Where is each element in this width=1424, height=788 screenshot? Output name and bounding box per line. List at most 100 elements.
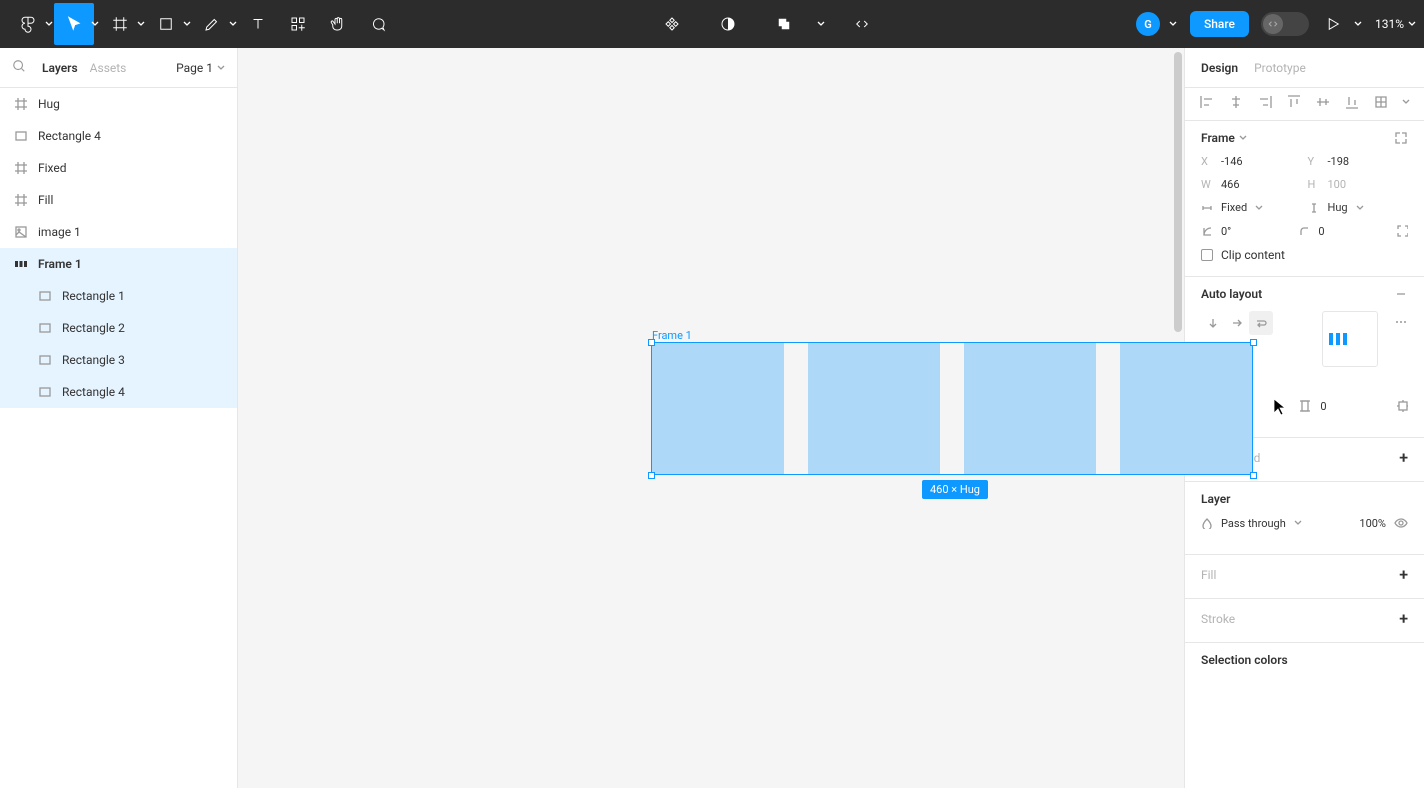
text-tool-button[interactable] xyxy=(238,3,278,45)
dev-mode-toggle[interactable] xyxy=(1261,12,1309,36)
frame-tool-button[interactable] xyxy=(100,3,140,45)
zoom-control[interactable]: 131% xyxy=(1375,17,1416,31)
direction-horizontal[interactable] xyxy=(1225,311,1249,335)
layer-row[interactable]: Rectangle 3 xyxy=(0,344,237,376)
layer-row[interactable]: Rectangle 4 xyxy=(0,120,237,152)
hand-tool-button[interactable] xyxy=(318,3,358,45)
tidy-chevron-icon[interactable] xyxy=(1402,94,1410,110)
left-panel: Layers Assets Page 1 Hug Rectangle 4 Fixed… xyxy=(0,48,238,788)
align-bottom-icon[interactable] xyxy=(1344,94,1359,110)
horiz-mode[interactable]: Fixed xyxy=(1221,201,1247,214)
chevron-down-icon[interactable] xyxy=(1356,204,1364,212)
move-tool-button[interactable] xyxy=(54,3,94,45)
present-button[interactable] xyxy=(1321,3,1345,45)
canvas-frame[interactable] xyxy=(651,342,1253,475)
boolean-icon[interactable] xyxy=(764,3,804,45)
padding-v-input[interactable]: 0 xyxy=(1320,400,1326,413)
clip-checkbox[interactable] xyxy=(1201,249,1213,261)
pen-tool-chevron[interactable] xyxy=(228,20,238,28)
h-input[interactable]: 100 xyxy=(1328,178,1347,191)
selection-handle-se[interactable] xyxy=(1250,472,1257,479)
align-vcenter-icon[interactable] xyxy=(1315,94,1330,110)
opacity-input[interactable]: 100% xyxy=(1359,517,1386,530)
canvas-scrollbar[interactable] xyxy=(1174,52,1182,332)
layer-row[interactable]: Rectangle 2 xyxy=(0,312,237,344)
align-top-icon[interactable] xyxy=(1286,94,1301,110)
individual-padding-icon[interactable] xyxy=(1396,399,1408,413)
shape-tool-chevron[interactable] xyxy=(182,20,192,28)
dev-ready-icon[interactable] xyxy=(842,3,882,45)
user-avatar[interactable]: G xyxy=(1136,12,1160,36)
present-chevron[interactable] xyxy=(1353,20,1363,28)
x-input[interactable]: -146 xyxy=(1221,155,1243,168)
w-label: W xyxy=(1201,178,1213,191)
mask-icon[interactable] xyxy=(708,3,748,45)
alignment-grid[interactable] xyxy=(1322,311,1378,367)
page-selector[interactable]: Page 1 xyxy=(176,61,225,75)
search-icon[interactable] xyxy=(12,59,26,76)
y-input[interactable]: -198 xyxy=(1328,155,1350,168)
boolean-chevron[interactable] xyxy=(816,20,826,28)
pen-tool-button[interactable] xyxy=(192,3,232,45)
add-layout-grid-icon[interactable]: + xyxy=(1399,448,1408,467)
figma-menu-chevron[interactable] xyxy=(44,20,54,28)
share-button[interactable]: Share xyxy=(1190,11,1249,37)
canvas-rect-4[interactable] xyxy=(1120,343,1252,474)
chevron-down-icon[interactable] xyxy=(1255,204,1263,212)
minus-icon[interactable] xyxy=(1394,287,1408,301)
align-left-icon[interactable] xyxy=(1199,94,1214,110)
canvas[interactable]: Frame 1 460 × Hug xyxy=(238,48,1184,788)
vert-mode[interactable]: Hug xyxy=(1328,201,1348,214)
fill-label[interactable]: Fill xyxy=(1201,568,1216,582)
align-dot xyxy=(1336,333,1340,345)
frame-tool-chevron[interactable] xyxy=(136,20,146,28)
layer-row[interactable]: Hug xyxy=(0,88,237,120)
blend-mode[interactable]: Pass through xyxy=(1221,517,1286,530)
rotation-input[interactable]: 0° xyxy=(1221,225,1231,238)
tab-prototype[interactable]: Prototype xyxy=(1254,61,1306,75)
radius-input[interactable]: 0 xyxy=(1318,225,1324,238)
add-fill-icon[interactable]: + xyxy=(1399,565,1408,584)
eye-icon[interactable] xyxy=(1394,516,1408,530)
tidy-icon[interactable] xyxy=(1373,94,1388,110)
direction-vertical[interactable] xyxy=(1201,311,1225,335)
clip-label: Clip content xyxy=(1221,248,1285,262)
canvas-rect-3[interactable] xyxy=(964,343,1096,474)
canvas-rect-1[interactable] xyxy=(652,343,784,474)
canvas-frame-label[interactable]: Frame 1 xyxy=(652,329,692,342)
w-input[interactable]: 466 xyxy=(1221,178,1240,191)
chevron-down-icon[interactable] xyxy=(1294,519,1302,527)
comment-tool-button[interactable] xyxy=(358,3,398,45)
layer-row[interactable]: Rectangle 4 xyxy=(0,376,237,408)
tab-assets[interactable]: Assets xyxy=(90,61,127,75)
selection-handle-ne[interactable] xyxy=(1250,339,1257,346)
align-right-icon[interactable] xyxy=(1257,94,1272,110)
add-stroke-icon[interactable]: + xyxy=(1399,609,1408,628)
resize-to-fit-icon[interactable] xyxy=(1394,131,1408,145)
individual-corners-icon[interactable] xyxy=(1396,224,1408,238)
align-hcenter-icon[interactable] xyxy=(1228,94,1243,110)
resources-button[interactable] xyxy=(278,3,318,45)
autolayout-title: Auto layout xyxy=(1201,287,1262,301)
stroke-label[interactable]: Stroke xyxy=(1201,612,1235,626)
layer-row[interactable]: Frame 1 xyxy=(0,248,237,280)
direction-wrap[interactable] xyxy=(1249,311,1273,335)
component-icon[interactable] xyxy=(652,3,692,45)
layer-row[interactable]: Fill xyxy=(0,184,237,216)
layer-row[interactable]: Fixed xyxy=(0,152,237,184)
tab-layers[interactable]: Layers xyxy=(42,61,78,75)
shape-tool-button[interactable] xyxy=(146,3,186,45)
layer-row[interactable]: Rectangle 1 xyxy=(0,280,237,312)
avatar-chevron[interactable] xyxy=(1168,20,1178,28)
selection-handle-sw[interactable] xyxy=(648,472,655,479)
tab-design[interactable]: Design xyxy=(1201,61,1238,75)
layer-row[interactable]: image 1 xyxy=(0,216,237,248)
clip-content-row[interactable]: Clip content xyxy=(1201,248,1408,262)
autolayout-more-icon[interactable] xyxy=(1394,315,1408,329)
move-tool-chevron[interactable] xyxy=(90,20,100,28)
canvas-rect-2[interactable] xyxy=(808,343,940,474)
figma-menu-button[interactable] xyxy=(8,3,48,45)
selection-handle-nw[interactable] xyxy=(648,339,655,346)
layer-name: Rectangle 4 xyxy=(38,129,101,143)
chevron-down-icon[interactable] xyxy=(1239,134,1247,142)
